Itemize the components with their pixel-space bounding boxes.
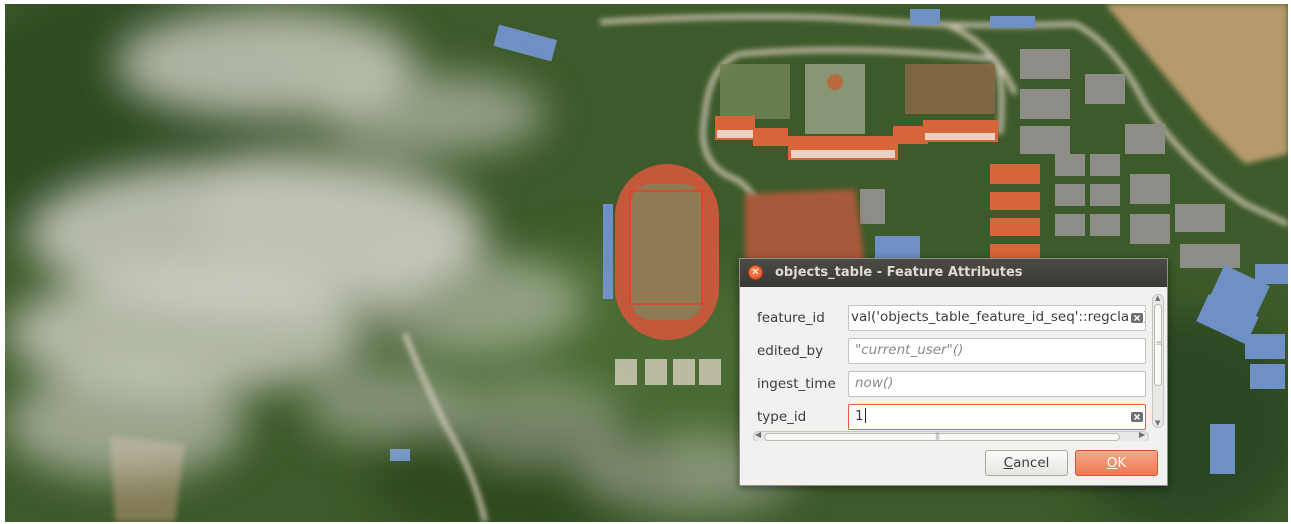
grip-icon: ||| xyxy=(935,432,940,440)
field-label-ingest-time: ingest_time xyxy=(757,376,836,392)
feature-id-input[interactable]: val('objects_table_feature_id_seq'::regc… xyxy=(848,305,1146,331)
horizontal-scrollbar[interactable]: ◀ ||| ▶ xyxy=(753,430,1149,441)
ingest-time-placeholder: now() xyxy=(855,375,894,391)
scroll-down-arrow-icon[interactable]: ▼ xyxy=(1155,419,1160,427)
field-row-edited-by: edited_by "current_user"() xyxy=(743,337,1149,365)
feature-attributes-dialog: ✕ objects_table - Feature Attributes fea… xyxy=(739,258,1168,486)
close-icon[interactable]: ✕ xyxy=(748,265,763,280)
cancel-mnemonic: C xyxy=(1003,455,1014,471)
ok-button[interactable]: OK xyxy=(1075,450,1158,476)
dialog-titlebar[interactable]: ✕ objects_table - Feature Attributes xyxy=(740,259,1167,287)
edited-by-input[interactable]: "current_user"() xyxy=(848,338,1146,364)
field-row-ingest-time: ingest_time now() xyxy=(743,370,1149,398)
feature-id-value: val('objects_table_feature_id_seq'::regc… xyxy=(851,309,1146,325)
scroll-right-arrow-icon[interactable]: ▶ xyxy=(1139,430,1145,439)
field-row-type-id: type_id 1 xyxy=(743,403,1149,431)
scroll-left-arrow-icon[interactable]: ◀ xyxy=(755,430,761,439)
ok-mnemonic: O xyxy=(1106,455,1118,471)
clear-field-icon[interactable] xyxy=(1130,410,1144,424)
attribute-form: feature_id val('objects_table_feature_id… xyxy=(743,288,1165,441)
vertical-scrollbar[interactable]: ▲ ≡ ▼ xyxy=(1152,294,1164,428)
clear-field-icon[interactable] xyxy=(1130,311,1144,325)
type-id-value: 1 xyxy=(855,408,864,424)
scroll-up-arrow-icon[interactable]: ▲ xyxy=(1155,294,1160,302)
cancel-button[interactable]: Cancel xyxy=(985,450,1068,476)
field-label-edited-by: edited_by xyxy=(757,343,824,359)
ok-label-rest: K xyxy=(1117,455,1127,471)
type-id-input[interactable]: 1 xyxy=(848,404,1146,430)
dialog-title: objects_table - Feature Attributes xyxy=(775,265,1023,280)
field-label-feature-id: feature_id xyxy=(757,310,825,326)
text-caret xyxy=(864,408,866,423)
ingest-time-input[interactable]: now() xyxy=(848,371,1146,397)
field-label-type-id: type_id xyxy=(757,409,807,425)
edited-by-placeholder: "current_user"() xyxy=(855,342,964,358)
cancel-label-rest: ancel xyxy=(1013,455,1050,471)
grip-icon: ≡ xyxy=(1156,339,1162,347)
field-row-feature-id: feature_id val('objects_table_feature_id… xyxy=(743,304,1149,332)
horizontal-scroll-thumb[interactable] xyxy=(764,433,1120,441)
